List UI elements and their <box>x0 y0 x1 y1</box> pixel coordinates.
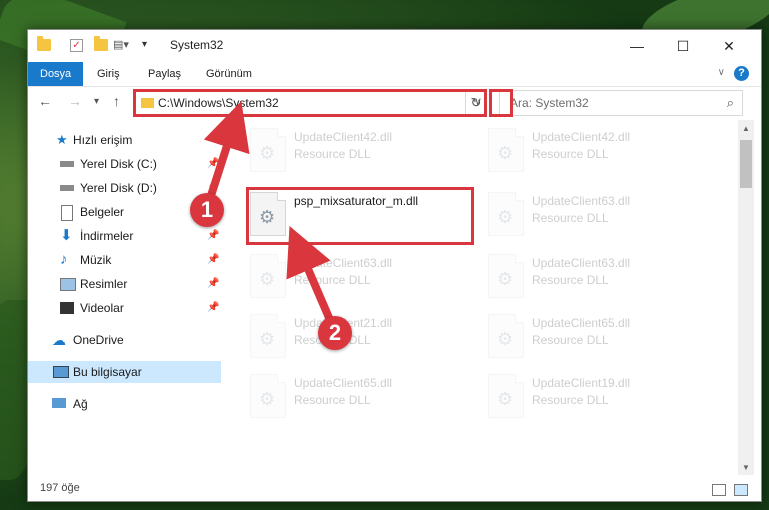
step-badge-1: 1 <box>190 193 224 227</box>
step-badge-2: 2 <box>318 316 352 350</box>
annotation-arrows <box>203 101 334 322</box>
explorer-window: ✓ ▤▾ ▾ System32 — ☐ ✕ Dosya Giriş Paylaş… <box>27 29 762 502</box>
arrow-2 <box>286 225 334 322</box>
